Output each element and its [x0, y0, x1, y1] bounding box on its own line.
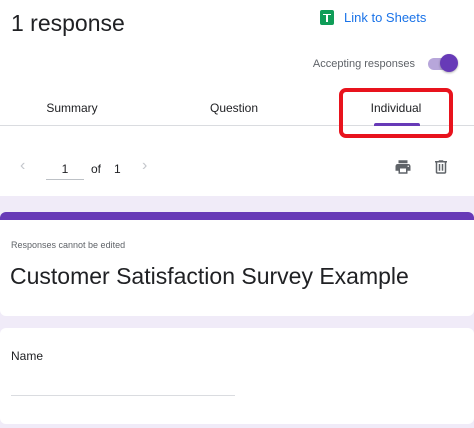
name-answer-field [11, 395, 235, 396]
trash-icon[interactable] [432, 158, 450, 176]
tab-summary[interactable]: Summary [30, 90, 114, 126]
link-to-sheets-button[interactable]: Link to Sheets [320, 8, 426, 26]
accepting-responses-toggle[interactable] [428, 54, 458, 74]
total-pages: 1 [114, 162, 121, 176]
google-sheets-icon [320, 9, 334, 25]
page: 1 response Link to Sheets Accepting resp… [0, 0, 474, 428]
header: 1 response Link to Sheets Accepting resp… [0, 0, 474, 90]
accepting-responses: Accepting responses [313, 54, 458, 74]
toggle-thumb [440, 54, 458, 72]
chevron-left-icon[interactable]: ‹ [20, 158, 25, 174]
responses-note: Responses cannot be edited [11, 240, 126, 250]
page-number-input[interactable]: 1 [46, 160, 84, 180]
page-title: 1 response [11, 10, 125, 36]
response-pager: ‹ 1 of 1 › [0, 150, 474, 186]
highlight-box [339, 88, 453, 138]
question-label-name: Name [11, 349, 44, 363]
chevron-right-icon[interactable]: › [142, 158, 147, 174]
of-label: of [91, 162, 102, 176]
tab-question[interactable]: Question [192, 90, 276, 126]
accepting-responses-label: Accepting responses [312, 58, 415, 70]
form-title: Customer Satisfaction Survey Example [10, 263, 409, 289]
question-card [0, 328, 474, 424]
link-to-sheets-label: Link to Sheets [344, 9, 427, 25]
print-icon[interactable] [394, 158, 412, 176]
